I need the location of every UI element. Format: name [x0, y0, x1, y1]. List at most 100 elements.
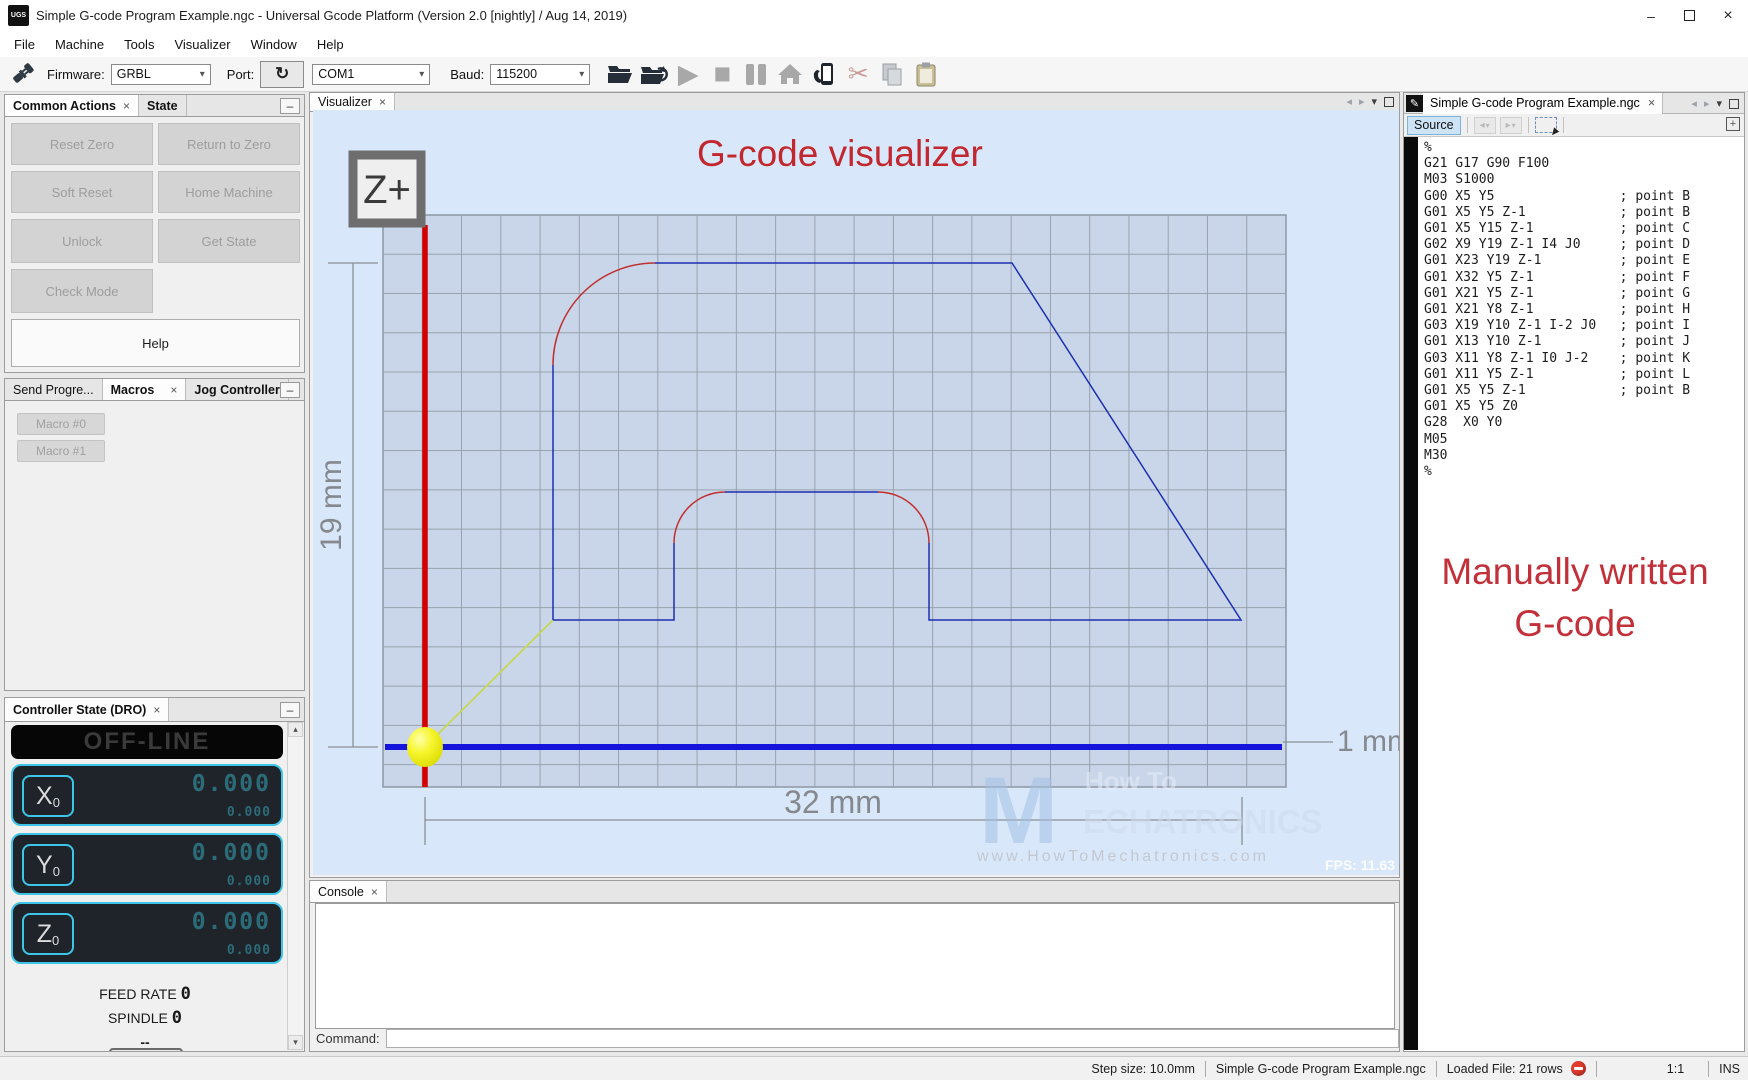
dropdown-icon[interactable]: ▾: [1716, 97, 1722, 110]
selection-mode-icon[interactable]: [1535, 117, 1557, 133]
separator: [1467, 117, 1468, 133]
baud-select[interactable]: 115200 ▾: [490, 64, 590, 85]
baud-label: Baud:: [450, 67, 484, 82]
close-icon[interactable]: ×: [1648, 96, 1655, 110]
axis-reset-button-z[interactable]: Z0: [22, 913, 74, 955]
home-machine-button[interactable]: Home Machine: [158, 171, 300, 213]
tab-console[interactable]: Console ×: [310, 881, 387, 902]
get-state-button[interactable]: Get State: [158, 219, 300, 263]
unlock-button[interactable]: Unlock: [11, 219, 153, 263]
fps-counter: FPS: 11.63: [1325, 857, 1395, 873]
dock-left-icon[interactable]: ◂: [1691, 97, 1697, 110]
dropdown-icon[interactable]: ▾: [1371, 95, 1377, 108]
help-button[interactable]: Help: [11, 319, 300, 367]
separator: [1436, 1061, 1437, 1077]
copy-icon: [876, 59, 908, 89]
tab-gcode-file[interactable]: Simple G-code Program Example.ngc ×: [1423, 93, 1663, 114]
firmware-select[interactable]: GRBL ▾: [111, 64, 211, 85]
menu-window[interactable]: Window: [241, 33, 307, 56]
chevron-down-icon: ▾: [579, 69, 584, 80]
tab-state[interactable]: State: [139, 95, 187, 116]
alarm-button[interactable]: ALARM: [109, 1048, 183, 1052]
dock-right-icon[interactable]: ▸: [1704, 97, 1710, 110]
menu-machine[interactable]: Machine: [45, 33, 114, 56]
main-toolbar: Firmware: GRBL ▾ Port: ↻ COM1 ▾ Baud: 11…: [0, 57, 1748, 92]
panel-minimize-button[interactable]: –: [280, 98, 300, 114]
dimension-height-label: 19 mm: [315, 459, 348, 551]
gcode-visualizer-canvas[interactable]: 19 mm 32 mm 1 mm M How To ECHATRONICS ww…: [313, 110, 1399, 875]
console-panel: Console × Command:: [309, 880, 1400, 1052]
close-icon[interactable]: ×: [123, 99, 130, 113]
float-window-icon[interactable]: [1729, 99, 1739, 109]
dro-axis-row-y: Y00.0000.000: [11, 833, 283, 895]
common-actions-panel: Common Actions × State – Reset Zero Retu…: [4, 94, 305, 373]
connect-plug-icon[interactable]: [6, 59, 38, 89]
close-icon[interactable]: ×: [153, 703, 160, 717]
gcode-source-listing[interactable]: % G21 G17 G90 F100 M03 S1000 G00 X5 Y5 ;…: [1424, 140, 1690, 480]
z-axis-label: Z+: [363, 168, 411, 212]
menu-help[interactable]: Help: [307, 33, 354, 56]
reload-file-icon[interactable]: [638, 59, 670, 89]
axis-reset-button-y[interactable]: Y0: [22, 844, 74, 886]
editor-grid-icon[interactable]: +: [1726, 117, 1740, 131]
axis-machine-position: 0.000: [227, 805, 271, 820]
maximize-icon: [1684, 10, 1695, 21]
forward-navigation-icon: ▸▾: [1500, 117, 1522, 134]
tab-controller-state[interactable]: Controller State (DRO) ×: [5, 698, 169, 721]
scroll-up-icon[interactable]: ▴: [288, 722, 303, 737]
return-to-zero-button[interactable]: Return to Zero: [158, 123, 300, 165]
stop-icon: ■: [706, 59, 738, 89]
annotation-line-1: Manually written: [1418, 551, 1732, 593]
soft-reset-button[interactable]: Soft Reset: [11, 171, 153, 213]
axis-reset-button-x[interactable]: X0: [22, 775, 74, 817]
panel-minimize-button[interactable]: –: [280, 382, 300, 398]
home-icon: [774, 59, 806, 89]
window-minimize-button[interactable]: –: [1632, 0, 1670, 31]
macro-1-button[interactable]: Macro #1: [17, 440, 105, 462]
menu-tools[interactable]: Tools: [114, 33, 164, 56]
tab-send-progress[interactable]: Send Progre...: [5, 379, 103, 400]
dimension-width-label: 32 mm: [784, 784, 882, 820]
reset-zero-button[interactable]: Reset Zero: [11, 123, 153, 165]
panel-minimize-button[interactable]: –: [280, 702, 300, 718]
editor-toolbar: Source ◂▾ ▸▾: [1404, 114, 1744, 137]
console-output[interactable]: [315, 903, 1395, 1029]
float-window-icon[interactable]: [1384, 97, 1394, 107]
window-close-button[interactable]: ×: [1708, 0, 1748, 31]
scroll-down-icon[interactable]: ▾: [288, 1035, 303, 1050]
check-mode-button[interactable]: Check Mode: [11, 269, 153, 313]
macro-0-button[interactable]: Macro #0: [17, 413, 105, 435]
dock-right-icon[interactable]: ▸: [1359, 95, 1365, 108]
refresh-ports-button[interactable]: ↻: [260, 61, 304, 88]
window-title: Simple G-code Program Example.ngc - Univ…: [36, 8, 627, 23]
command-label: Command:: [316, 1031, 380, 1046]
tab-macros[interactable]: Macros ×: [103, 379, 187, 400]
pendant-mobile-icon[interactable]: [808, 59, 840, 89]
tool-position-marker: [407, 727, 443, 767]
dock-left-icon[interactable]: ◂: [1346, 95, 1352, 108]
dro-scrollbar[interactable]: ▴ ▾: [287, 722, 303, 1050]
edit-pencil-icon: ✎: [1406, 95, 1423, 112]
tab-visualizer[interactable]: Visualizer ×: [310, 93, 395, 111]
axis-work-position: 0.000: [192, 771, 271, 797]
close-icon[interactable]: ×: [379, 95, 386, 109]
dro-tabstrip: Controller State (DRO) × –: [5, 698, 304, 722]
source-view-button[interactable]: Source: [1407, 116, 1461, 135]
dro-content: OFF-LINE X00.0000.000Y00.0000.000Z00.000…: [5, 722, 304, 1051]
command-row: Command:: [310, 1027, 1399, 1049]
status-bar: Step size: 10.0mm Simple G-code Program …: [0, 1056, 1748, 1080]
close-icon[interactable]: ×: [371, 885, 378, 899]
port-select[interactable]: COM1 ▾: [312, 64, 430, 85]
tab-jog-controller[interactable]: Jog Controller: [186, 379, 288, 400]
separator: [1708, 1061, 1709, 1077]
tab-common-actions[interactable]: Common Actions ×: [5, 95, 139, 116]
open-file-icon[interactable]: [604, 59, 636, 89]
grid-background: [383, 215, 1286, 787]
menu-visualizer[interactable]: Visualizer: [164, 33, 240, 56]
close-icon[interactable]: ×: [170, 383, 177, 397]
axis-work-position: 0.000: [192, 909, 271, 935]
menu-file[interactable]: File: [4, 33, 45, 56]
title-bar: UGS Simple G-code Program Example.ngc - …: [0, 0, 1748, 31]
window-maximize-button[interactable]: [1670, 0, 1708, 31]
command-input[interactable]: [386, 1029, 1399, 1048]
